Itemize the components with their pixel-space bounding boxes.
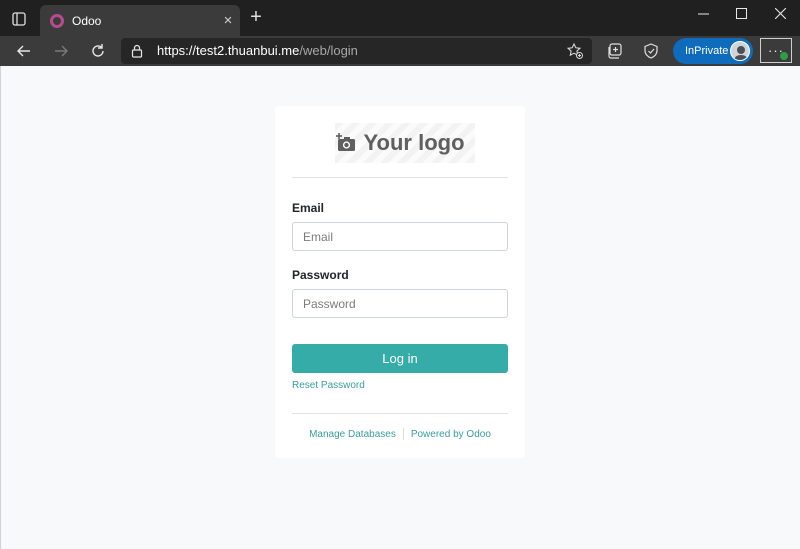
lock-icon[interactable]: [130, 44, 144, 58]
url-path: /web/login: [299, 43, 358, 58]
odoo-favicon: [50, 13, 64, 28]
inprivate-label: InPrivate: [685, 45, 729, 57]
add-favorite-icon[interactable]: [566, 42, 584, 60]
inprivate-button[interactable]: InPrivate: [673, 38, 753, 64]
page-edge: [0, 66, 1, 549]
page-content: Your logo Email Password Log in Reset Pa…: [0, 66, 800, 549]
browser-tab[interactable]: Odoo ×: [40, 5, 240, 36]
collections-icon[interactable]: [604, 40, 626, 62]
update-badge: [780, 52, 788, 60]
footer-separator: [402, 428, 404, 440]
reload-icon[interactable]: [86, 39, 110, 63]
forward-icon[interactable]: [49, 39, 73, 63]
new-tab-button[interactable]: +: [246, 7, 266, 28]
camera-plus-icon: [335, 133, 357, 153]
minimize-button[interactable]: [684, 0, 722, 26]
email-label: Email: [292, 201, 325, 215]
tab-title: Odoo: [72, 13, 102, 28]
divider: [292, 413, 508, 414]
url-host: https://test2.thuanbui.me: [157, 43, 300, 58]
more-menu-icon[interactable]: ···: [760, 38, 792, 63]
browser-toolbar: https://test2.thuanbui.me/web/login InPr…: [0, 36, 800, 66]
logo: Your logo: [275, 123, 525, 163]
avatar: [730, 41, 750, 61]
close-window-button[interactable]: [761, 0, 799, 26]
logo-text: Your logo: [363, 130, 465, 155]
address-bar[interactable]: https://test2.thuanbui.me/web/login: [121, 38, 592, 64]
maximize-button[interactable]: [722, 0, 760, 26]
url-text: https://test2.thuanbui.me/web/login: [157, 43, 358, 58]
footer-links: Manage Databases Powered by Odoo: [275, 428, 525, 440]
manage-databases-link[interactable]: Manage Databases: [309, 429, 396, 440]
divider: [292, 177, 508, 178]
login-card: Your logo Email Password Log in Reset Pa…: [275, 106, 525, 458]
login-button[interactable]: Log in: [292, 344, 508, 373]
email-field[interactable]: [292, 222, 508, 251]
back-icon[interactable]: [12, 39, 36, 63]
browser-essentials-icon[interactable]: [640, 40, 662, 62]
password-field[interactable]: [292, 289, 508, 318]
browser-titlebar: Odoo × +: [0, 0, 800, 36]
tab-close-icon[interactable]: ×: [216, 12, 240, 29]
reset-password-link[interactable]: Reset Password: [292, 380, 365, 391]
powered-by-odoo-link[interactable]: Powered by Odoo: [411, 429, 491, 440]
tab-actions-icon[interactable]: [8, 8, 30, 30]
password-label: Password: [292, 268, 349, 282]
